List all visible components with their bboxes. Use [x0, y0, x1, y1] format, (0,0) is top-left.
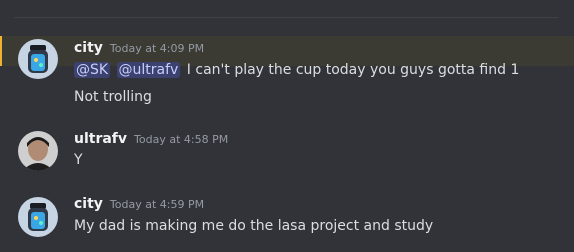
message-header: ultrafv Today at 4:58 PM: [74, 131, 228, 151]
username[interactable]: city: [74, 196, 103, 212]
avatar[interactable]: [18, 197, 58, 237]
ultrafv-avatar-photo: [18, 131, 58, 171]
city-avatar-image: [18, 197, 58, 237]
message-content: Y: [74, 152, 83, 168]
username[interactable]: ultrafv: [74, 131, 127, 147]
message-content: @SK @ultrafv I can't play the cup today …: [74, 60, 519, 80]
user-mention-ultrafv[interactable]: @ultrafv: [116, 62, 181, 78]
city-avatar-image: [18, 39, 58, 79]
avatar[interactable]: [18, 39, 58, 79]
avatar[interactable]: [18, 131, 58, 171]
message-header: city Today at 4:09 PM: [74, 40, 204, 60]
timestamp[interactable]: Today at 4:58 PM: [134, 133, 228, 146]
message-text: I can't play the cup today you guys gott…: [186, 62, 520, 78]
message-content: My dad is making me do the lasa project …: [74, 218, 434, 234]
timestamp[interactable]: Today at 4:59 PM: [110, 198, 204, 211]
timestamp[interactable]: Today at 4:09 PM: [110, 42, 204, 55]
username[interactable]: city: [74, 40, 103, 56]
mention-highlight-bar: [0, 36, 2, 66]
user-mention-sk[interactable]: @SK: [74, 62, 111, 78]
message-content-followup: Not trolling: [74, 89, 152, 105]
message-header: city Today at 4:59 PM: [74, 196, 204, 216]
message-divider: [14, 17, 558, 18]
